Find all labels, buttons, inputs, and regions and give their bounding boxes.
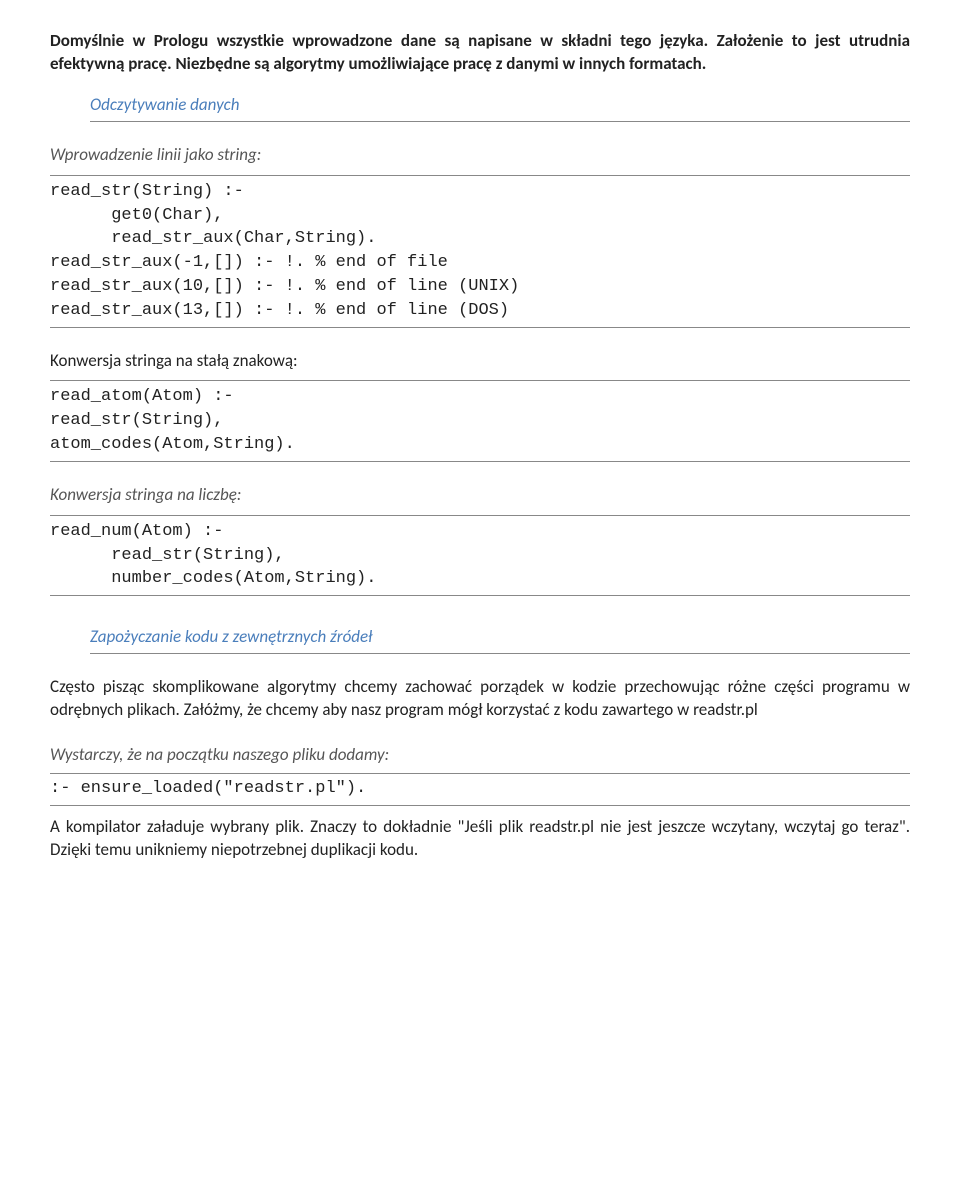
subtext-convert-atom: Konwersja stringa na stałą znakową: — [50, 350, 910, 373]
paragraph-compiler-load: A kompilator załaduje wybrany plik. Znac… — [50, 816, 910, 862]
subtext-input-line-string: Wprowadzenie linii jako string: — [50, 144, 910, 167]
code-block-read-num: read_num(Atom) :- read_str(String), numb… — [50, 515, 910, 596]
intro-paragraph: Domyślnie w Prologu wszystkie wprowadzon… — [50, 30, 910, 76]
code-block-ensure-loaded: :- ensure_loaded("readstr.pl"). — [50, 773, 910, 806]
code-block-read-atom: read_atom(Atom) :- read_str(String), ato… — [50, 380, 910, 461]
paragraph-external-intro: Często pisząc skomplikowane algorytmy ch… — [50, 676, 910, 722]
subtext-convert-number: Konwersja stringa na liczbę: — [50, 484, 910, 507]
subtext-add-beginning: Wystarczy, że na początku naszego pliku … — [50, 744, 910, 767]
section-heading-external-code: Zapożyczanie kodu z zewnętrznych źródeł — [90, 626, 910, 654]
code-block-read-str: read_str(String) :- get0(Char), read_str… — [50, 175, 910, 328]
section-heading-reading-data: Odczytywanie danych — [90, 94, 910, 122]
